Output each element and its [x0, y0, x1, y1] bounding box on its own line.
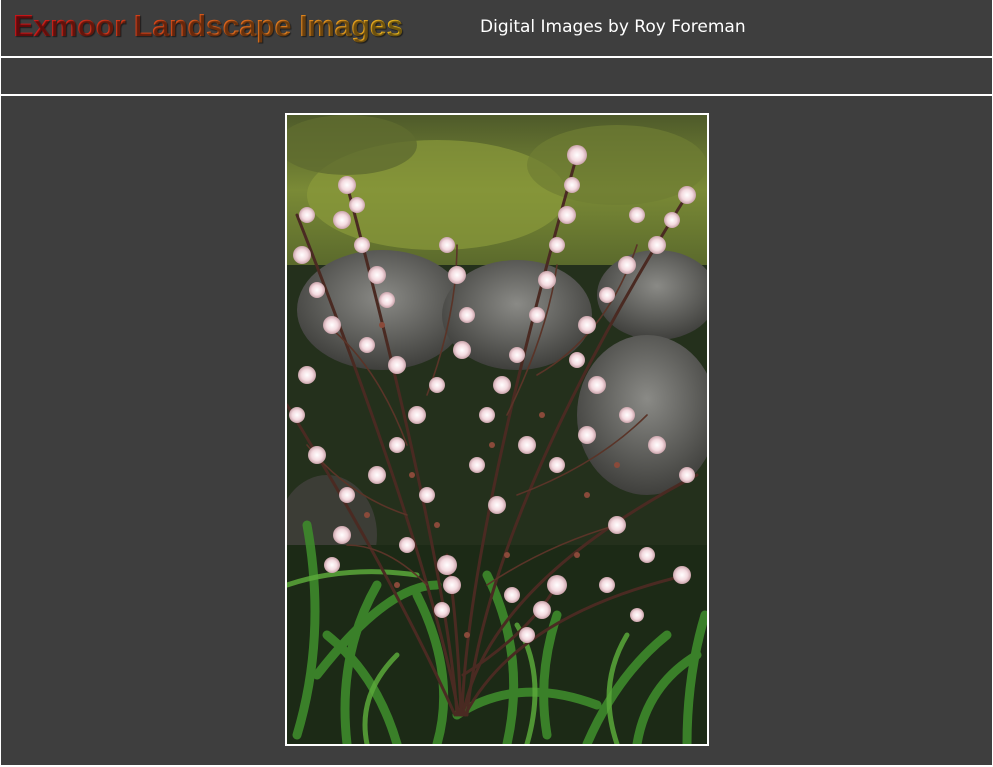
- blossom-photo: [287, 115, 707, 744]
- site-header: Exmoor Landscape Images Digital Images b…: [1, 0, 992, 58]
- page: Exmoor Landscape Images Digital Images b…: [0, 0, 993, 767]
- nav-bar: [1, 60, 992, 96]
- photo-frame[interactable]: [285, 113, 709, 746]
- site-subtitle: Digital Images by Roy Foreman: [480, 17, 746, 37]
- site-title[interactable]: Exmoor Landscape Images: [13, 8, 403, 44]
